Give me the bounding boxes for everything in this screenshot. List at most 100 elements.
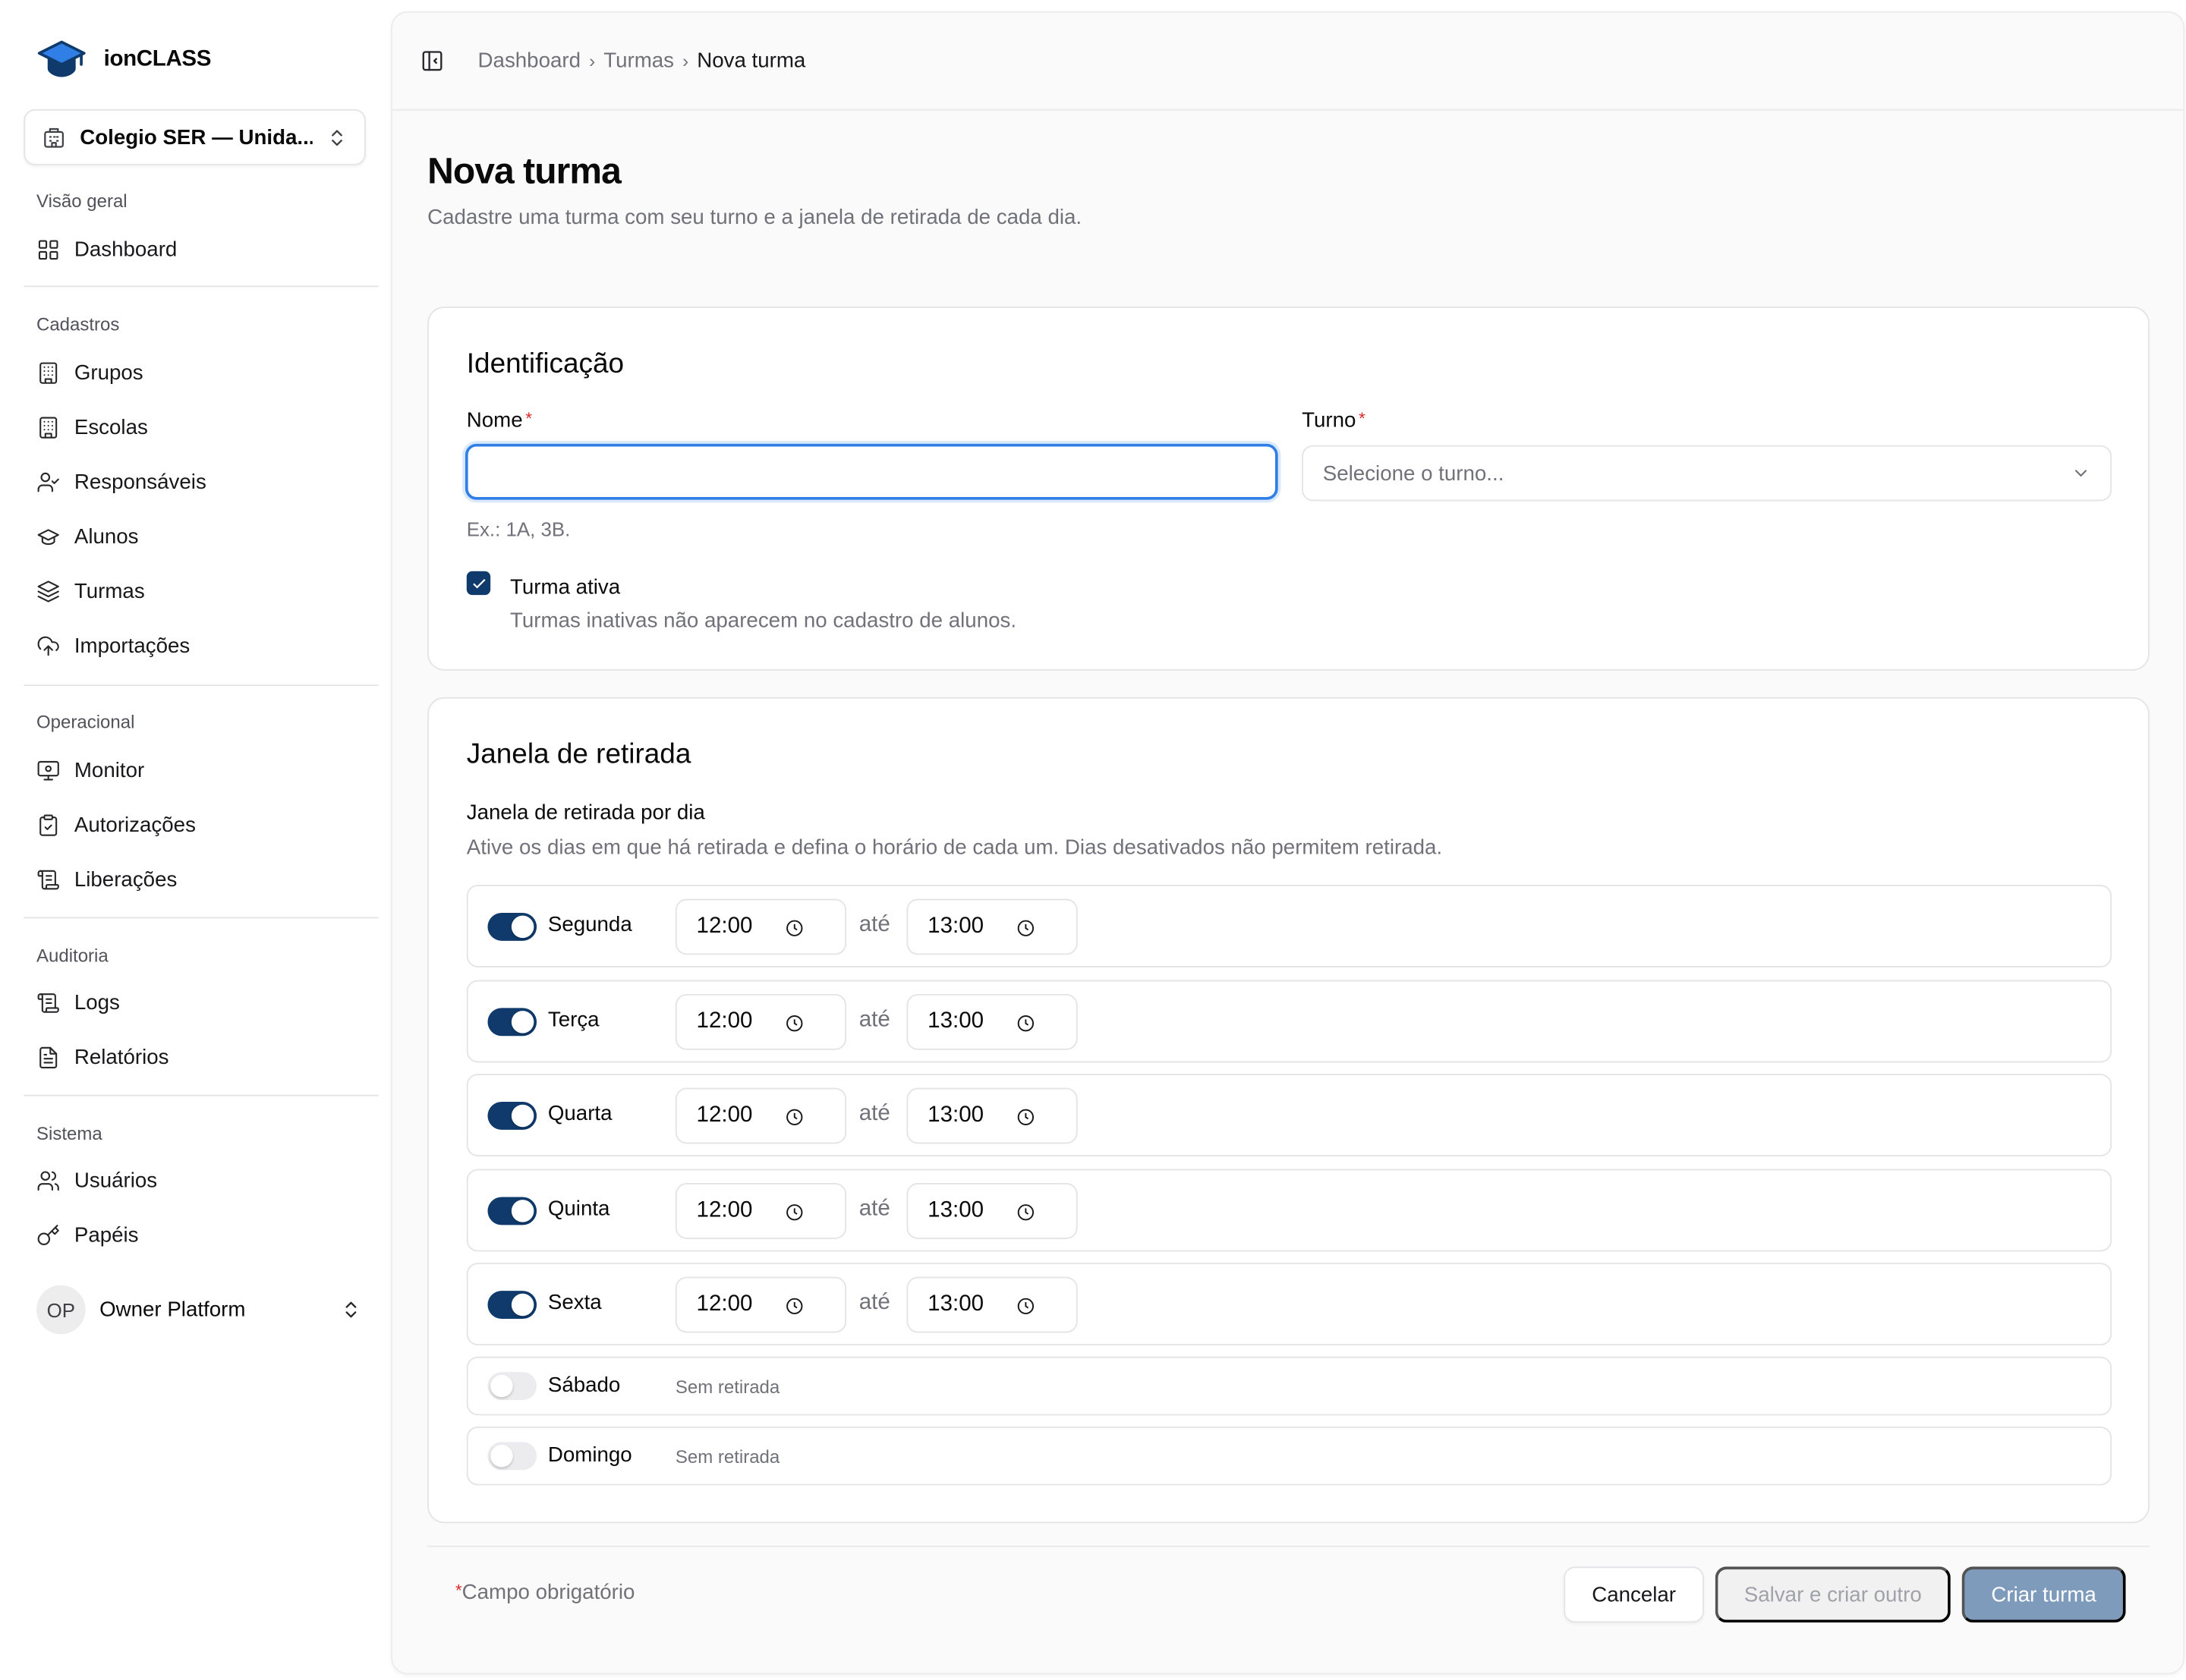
divider [24, 285, 379, 288]
building-icon [39, 362, 58, 384]
sidebar-item-usuarios[interactable]: Usuários [36, 1169, 157, 1193]
janela-description: Ative os dias em que há retirada e defin… [466, 835, 1443, 860]
chevrons-up-down-icon [332, 129, 342, 146]
end-time-input[interactable]: 13:00 [906, 1087, 1078, 1144]
clock-icon [786, 1204, 803, 1221]
scroll-icon [37, 993, 59, 1013]
no-pickup-text: Sem retirada [675, 1446, 780, 1468]
sidebar-item-label: Dashboard [74, 238, 178, 263]
day-toggle[interactable] [487, 1008, 537, 1037]
sidebar-item-grupos[interactable]: Grupos [36, 361, 143, 385]
clock-icon [786, 1298, 803, 1315]
end-time-input[interactable]: 13:00 [906, 1276, 1078, 1333]
sidebar-item-responsaveis[interactable]: Responsáveis [36, 470, 206, 494]
day-name: Domingo [547, 1443, 632, 1468]
sidebar-item-label: Relatórios [74, 1046, 169, 1070]
day-row-quinta: Quinta 12:00 até 13:00 [466, 1169, 2112, 1252]
start-time-input[interactable]: 12:00 [675, 1183, 847, 1239]
sidebar-item-monitor[interactable]: Monitor [36, 759, 144, 782]
breadcrumb: Dashboard › Turmas › Nova turma [478, 49, 806, 73]
building-icon [39, 417, 58, 439]
start-time-input[interactable]: 12:00 [675, 898, 847, 955]
sidebar-item-turmas[interactable]: Turmas [36, 580, 145, 603]
section-title: Identificação [466, 348, 625, 379]
day-toggle[interactable] [487, 1102, 537, 1130]
sidebar: ionCLASS Colegio SER — Unida... Visão ge… [0, 0, 389, 1680]
avatar: OP [36, 1285, 86, 1335]
day-row-quarta: Quarta 12:00 até 13:00 [466, 1074, 2112, 1156]
breadcrumb-dashboard[interactable]: Dashboard [478, 49, 581, 73]
sidebar-item-autorizacoes[interactable]: Autorizações [36, 813, 196, 837]
range-separator: até [858, 1291, 890, 1315]
clock-icon [786, 920, 803, 936]
end-time-input[interactable]: 13:00 [906, 898, 1078, 955]
sidebar-item-alunos[interactable]: Alunos [36, 525, 139, 549]
sidebar-item-label: Papéis [74, 1223, 139, 1247]
graduation-cap-icon [37, 40, 86, 77]
janela-card: Janela de retirada Janela de retirada po… [427, 697, 2150, 1524]
sidebar-item-dashboard[interactable]: Dashboard [36, 238, 177, 262]
sidebar-toggle-icon[interactable] [421, 49, 444, 73]
sidebar-item-escolas[interactable]: Escolas [36, 416, 148, 439]
clock-icon [1017, 1015, 1035, 1032]
day-toggle[interactable] [487, 1291, 537, 1319]
breadcrumb-turmas[interactable]: Turmas [603, 49, 674, 73]
end-time-input[interactable]: 13:00 [906, 993, 1078, 1050]
save-and-new-button[interactable]: Salvar e criar outro [1715, 1566, 1951, 1623]
sidebar-item-importacoes[interactable]: Importações [36, 634, 190, 658]
sidebar-item-label: Autorizações [74, 813, 196, 838]
nav-group-title: Cadastros [36, 313, 120, 335]
user-menu[interactable]: OP Owner Platform [36, 1285, 361, 1335]
clock-icon [1017, 920, 1035, 936]
graduation-cap-icon [37, 529, 59, 546]
nav-group-title: Visão geral [36, 190, 128, 212]
page-subtitle: Cadastre uma turma com seu turno e a jan… [427, 206, 1082, 230]
turno-select[interactable]: Selecione o turno... [1302, 445, 2112, 502]
end-time-input[interactable]: 13:00 [906, 1183, 1078, 1239]
day-name: Sábado [547, 1373, 621, 1398]
brand[interactable]: ionCLASS [36, 39, 211, 81]
no-pickup-text: Sem retirada [675, 1376, 780, 1398]
chevron-down-icon [2075, 470, 2087, 477]
day-row-domingo: Domingo Sem retirada [466, 1427, 2112, 1486]
divider [24, 1094, 379, 1096]
day-row-sabado: Sábado Sem retirada [466, 1356, 2112, 1416]
nav-group-title: Auditoria [36, 945, 109, 967]
cancel-button[interactable]: Cancelar [1564, 1566, 1704, 1623]
layout-grid-icon [38, 240, 58, 260]
start-time-input[interactable]: 12:00 [675, 1087, 847, 1144]
sidebar-item-liberacoes[interactable]: Liberações [36, 868, 177, 892]
sidebar-item-label: Logs [74, 991, 120, 1015]
sidebar-item-label: Responsáveis [74, 470, 206, 495]
nome-input[interactable] [465, 443, 1278, 500]
day-name: Segunda [547, 912, 632, 937]
day-toggle[interactable] [487, 1372, 537, 1400]
day-row-terca: Terça 12:00 até 13:00 [466, 980, 2112, 1063]
sidebar-item-papeis[interactable]: Papéis [36, 1224, 139, 1247]
sidebar-item-label: Escolas [74, 415, 148, 440]
chevron-right-icon: › [682, 50, 689, 72]
sidebar-item-label: Monitor [74, 758, 145, 783]
clock-icon [1017, 1298, 1035, 1315]
clock-icon [1017, 1109, 1035, 1125]
start-time-input[interactable]: 12:00 [675, 1276, 847, 1333]
day-toggle[interactable] [487, 1197, 537, 1225]
clock-icon [786, 1015, 803, 1032]
start-time-input[interactable]: 12:00 [675, 993, 847, 1050]
divider [427, 1545, 2150, 1547]
sidebar-item-relatorios[interactable]: Relatórios [36, 1046, 169, 1070]
divider [24, 684, 379, 687]
turma-ativa-label[interactable]: Turma ativa [510, 575, 620, 599]
day-name: Terça [547, 1008, 600, 1032]
user-name: Owner Platform [99, 1298, 246, 1322]
day-toggle[interactable] [487, 912, 537, 941]
create-button[interactable]: Criar turma [1961, 1566, 2126, 1623]
topbar: Dashboard › Turmas › Nova turma [392, 13, 2184, 111]
page-title: Nova turma [427, 149, 622, 192]
cloud-upload-icon [37, 636, 59, 656]
sidebar-item-logs[interactable]: Logs [36, 991, 120, 1015]
school-selector[interactable]: Colegio SER — Unida... [24, 109, 366, 165]
turma-ativa-checkbox[interactable] [466, 571, 491, 596]
main-content: Dashboard › Turmas › Nova turma Nova tur… [391, 11, 2185, 1675]
day-toggle[interactable] [487, 1442, 537, 1471]
